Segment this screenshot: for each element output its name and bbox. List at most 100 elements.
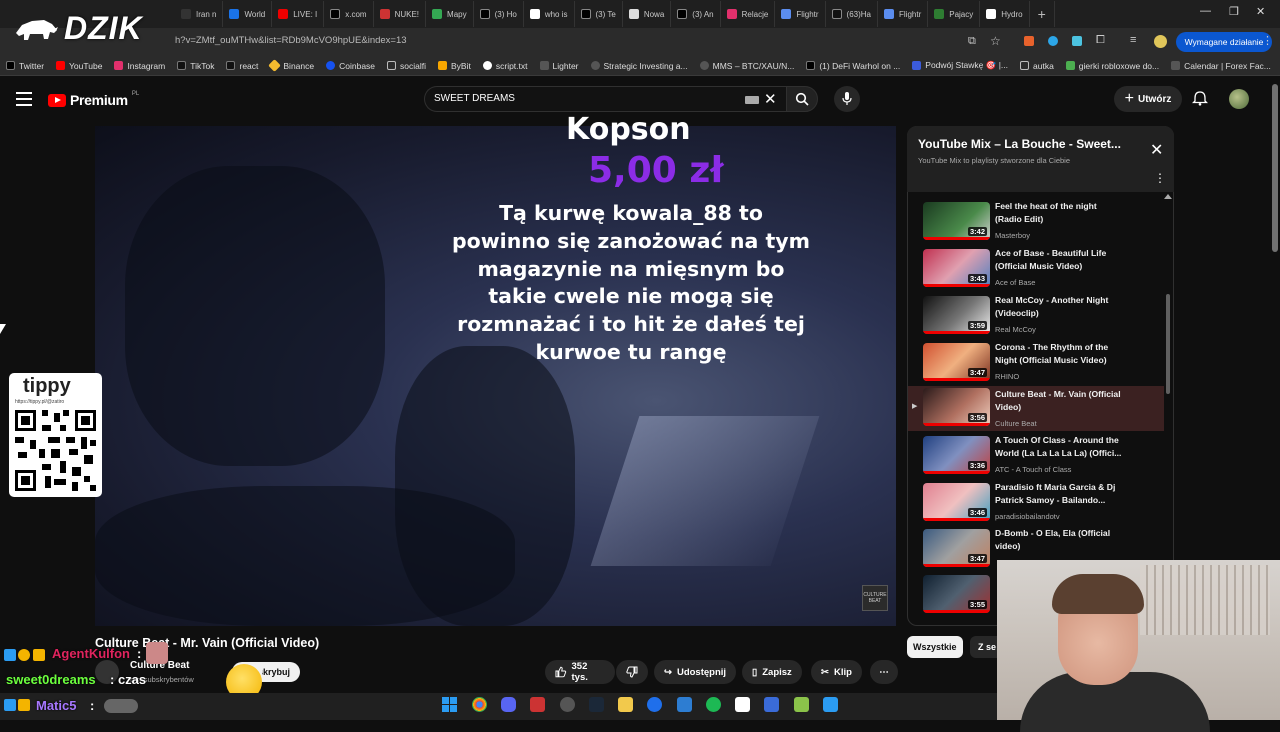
bookmark[interactable]: Strategic Investing a...	[590, 61, 688, 71]
notifications-bell-icon[interactable]	[1192, 90, 1208, 106]
browser-tab[interactable]: Relacje	[721, 1, 776, 27]
create-button[interactable]: + Utwórz	[1114, 86, 1182, 112]
dislike-button[interactable]	[616, 660, 648, 684]
extension-icon[interactable]	[1048, 36, 1058, 46]
required-action-button[interactable]: Wymagane działanie	[1176, 32, 1272, 52]
install-icon[interactable]: ⧉	[968, 35, 976, 48]
bookmark[interactable]: script.txt	[482, 61, 528, 71]
filter-chip-all[interactable]: Wszystkie	[907, 636, 963, 658]
steam-icon[interactable]	[589, 697, 604, 712]
bookmark[interactable]: ByBit	[438, 61, 471, 71]
app-icon[interactable]	[764, 697, 779, 712]
tab-title: x.com	[345, 9, 367, 19]
close-window-icon[interactable]: ✕	[1256, 5, 1265, 18]
browser-tab[interactable]: World	[223, 1, 273, 27]
playlist-item[interactable]: 3:43 Ace of Base - Beautiful Life (Offic…	[908, 247, 1164, 292]
media-control-icon[interactable]: ≡	[1130, 34, 1136, 46]
windows-start-icon[interactable]	[442, 697, 457, 712]
browser-tab[interactable]: Iran n	[175, 1, 224, 27]
playlist-item[interactable]: 3:42 Feel the heat of the night (Radio E…	[908, 200, 1164, 245]
scroll-up-icon[interactable]	[1164, 194, 1172, 199]
keyboard-icon[interactable]	[745, 96, 759, 104]
hamburger-menu-icon[interactable]	[16, 92, 32, 106]
app-icon[interactable]	[530, 697, 545, 712]
playlist-item[interactable]: 3:59 Real McCoy - Another Night (Videocl…	[908, 294, 1164, 339]
extensions-puzzle-icon[interactable]: ⧠	[1096, 34, 1105, 47]
bookmark[interactable]: autka	[1020, 61, 1054, 71]
bookmark[interactable]: Instagram	[114, 61, 165, 71]
browser-tab[interactable]: LIVE: I	[272, 1, 325, 27]
close-playlist-icon[interactable]: ✕	[1150, 140, 1163, 160]
clip-button[interactable]: ✂ Klip	[811, 660, 862, 684]
playlist-title[interactable]: YouTube Mix – La Bouche - Sweet...	[918, 137, 1128, 151]
browser-tab[interactable]: NUKE!	[374, 1, 427, 27]
app-icon[interactable]	[647, 697, 662, 712]
spotify-icon[interactable]	[706, 697, 721, 712]
bookmark[interactable]: socialfi	[387, 61, 426, 71]
x-icon	[806, 61, 816, 70]
more-options-icon[interactable]: ⋮	[1154, 172, 1166, 184]
profile-icon[interactable]	[1154, 35, 1167, 48]
playlist-item-current[interactable]: ▶ 3:56 Culture Beat - Mr. Vain (Official…	[908, 386, 1164, 431]
bookmark[interactable]: gierki robloxowe do...	[1065, 61, 1159, 71]
browser-tab[interactable]: Pajacy	[928, 1, 981, 27]
browser-tab[interactable]: (3) Ho	[474, 1, 524, 27]
playlist-item[interactable]: 3:46 Paradisio ft Maria Garcia & Dj Patr…	[908, 481, 1164, 526]
notepad-icon[interactable]	[823, 697, 838, 712]
app-icon[interactable]	[560, 697, 575, 712]
youtube-logo[interactable]: Premium PL	[48, 91, 139, 108]
share-button[interactable]: ↪ Udostępnij	[654, 660, 737, 684]
playlist-scrollbar[interactable]	[1166, 294, 1170, 394]
bookmark-star-icon[interactable]: ☆	[990, 34, 1001, 48]
chat-badge-icon	[33, 649, 45, 661]
account-avatar[interactable]	[1229, 89, 1249, 109]
browser-menu-icon[interactable]: ⋮	[1262, 34, 1273, 47]
browser-tab[interactable]: Hydro	[980, 1, 1030, 27]
bookmark[interactable]: MMS – BTC/XAU/N...	[699, 61, 794, 71]
playlist-item[interactable]: 3:36 A Touch Of Class - Around the World…	[908, 434, 1164, 479]
file-explorer-icon[interactable]	[618, 697, 633, 712]
browser-tab[interactable]: (3) Te	[575, 1, 623, 27]
browser-tab[interactable]: Nowa	[623, 1, 672, 27]
chrome-icon[interactable]	[472, 697, 487, 712]
app-icon[interactable]	[735, 697, 750, 712]
bookmark[interactable]: Coinbase	[326, 61, 375, 71]
bookmark[interactable]: Podwój Stawkę 🎯 |...	[912, 60, 1008, 71]
bookmark[interactable]: Lighter	[539, 61, 579, 71]
like-button[interactable]: 352 tys.	[545, 660, 615, 684]
save-button[interactable]: ▯ Zapisz	[742, 660, 802, 684]
tab-title: Flightr	[796, 9, 819, 19]
discord-icon[interactable]	[501, 697, 516, 712]
search-query[interactable]: SWEET DREAMS	[434, 93, 515, 104]
minimize-icon[interactable]: —	[1200, 5, 1211, 17]
bookmark[interactable]: Twitter	[6, 61, 44, 71]
browser-tab[interactable]: Flightr	[775, 1, 826, 27]
browser-tab[interactable]: Flightr	[878, 1, 929, 27]
extension-icon[interactable]	[1072, 36, 1082, 46]
maximize-icon[interactable]: ❐	[1229, 5, 1239, 18]
browser-tab[interactable]: x.com	[324, 1, 374, 27]
new-tab-button[interactable]: +	[1030, 1, 1055, 27]
browser-tab[interactable]: (3) An	[671, 1, 721, 27]
clear-search-icon[interactable]: ✕	[764, 90, 777, 108]
more-actions-button[interactable]: ⋯	[870, 660, 898, 684]
bookmark[interactable]: YouTube	[56, 61, 102, 71]
bookmark[interactable]: react	[226, 61, 258, 71]
playlist-item[interactable]: 3:47 Corona - The Rhythm of the Night (O…	[908, 341, 1164, 386]
browser-tab[interactable]: (63)Ha	[826, 1, 878, 27]
browser-tab[interactable]: Mapy	[426, 1, 474, 27]
url-text[interactable]: h?v=ZMtf_ouMTHw&list=RDb9McVO9hpUE&index…	[175, 35, 407, 46]
extension-icon[interactable]	[1024, 36, 1034, 46]
app-icon[interactable]	[794, 697, 809, 712]
channel-watermark-icon[interactable]: CULTURE BEAT	[862, 585, 888, 611]
bookmark[interactable]: (1) DeFi Warhol on ...	[806, 61, 900, 71]
search-button[interactable]	[786, 86, 818, 112]
bookmark[interactable]: Calendar | Forex Fac...	[1171, 61, 1271, 71]
bookmark[interactable]: Binance	[268, 59, 314, 72]
browser-tab[interactable]: who is	[524, 1, 575, 27]
app-icon[interactable]	[677, 697, 692, 712]
bookmark[interactable]: TikTok	[177, 61, 214, 71]
page-scrollbar[interactable]	[1272, 84, 1278, 252]
voice-search-button[interactable]	[834, 86, 860, 112]
tab-favicon-icon	[278, 9, 289, 19]
